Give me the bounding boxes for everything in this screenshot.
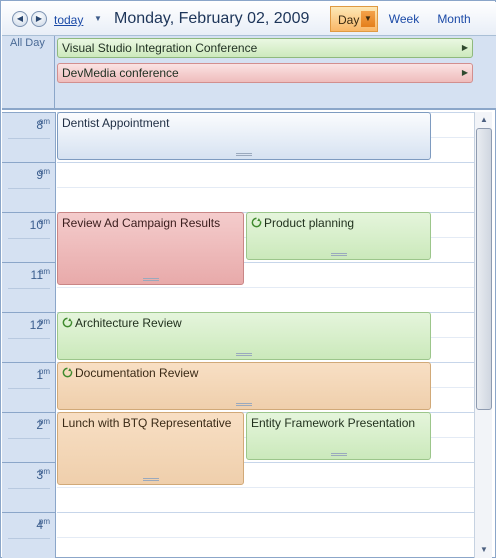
- event-title: Visual Studio Integration Conference: [62, 41, 258, 55]
- next-day-button[interactable]: ▶: [31, 11, 47, 27]
- hour-ampm: pm: [38, 317, 50, 326]
- event-title: Entity Framework Presentation: [251, 416, 416, 430]
- hour-ampm: am: [38, 267, 50, 276]
- day-view-button[interactable]: Day ▼: [330, 6, 378, 32]
- recurrence-icon: [251, 217, 262, 228]
- recurrence-icon: [62, 367, 73, 378]
- half-hour-tick: [8, 538, 50, 539]
- hour-label: 2 pm: [2, 412, 56, 462]
- event-architecture-review[interactable]: Architecture Review: [57, 312, 431, 360]
- resize-handle[interactable]: [142, 478, 159, 481]
- half-hour-line: [57, 287, 474, 288]
- hour-label: 3 pm: [2, 462, 56, 512]
- half-hour-tick: [8, 438, 50, 439]
- previous-day-button[interactable]: ◀: [12, 11, 28, 27]
- scrollbar-thumb[interactable]: [476, 128, 492, 410]
- resize-handle[interactable]: [236, 403, 252, 406]
- chevron-right-icon: ▶: [35, 14, 43, 23]
- all-day-section: All Day Visual Studio Integration Confer…: [2, 36, 496, 110]
- event-documentation-review[interactable]: Documentation Review: [57, 362, 431, 410]
- event-dentist-appointment[interactable]: Dentist Appointment: [57, 112, 431, 160]
- today-link[interactable]: today: [54, 13, 83, 27]
- hour-label: 12 pm: [2, 312, 56, 362]
- all-day-event[interactable]: DevMedia conference ▶: [57, 63, 473, 83]
- day-time-grid[interactable]: 8 am 9 am 10 am 11 am 12 pm 1 pm 2 pm 3 pm 4 pm: [2, 112, 474, 558]
- half-hour-tick: [8, 338, 50, 339]
- half-hour-tick: [8, 288, 50, 289]
- hour-label: 11 am: [2, 262, 56, 312]
- half-hour-tick: [8, 488, 50, 489]
- event-title: Architecture Review: [75, 316, 182, 330]
- hour-ampm: am: [38, 117, 50, 126]
- event-product-planning[interactable]: Product planning: [246, 212, 431, 260]
- half-hour-line: [57, 487, 474, 488]
- calendar-toolbar: ◀ ▶ today ▼ Monday, February 02, 2009 Da…: [2, 2, 496, 36]
- current-date-title: Monday, February 02, 2009: [114, 10, 310, 27]
- half-hour-tick: [8, 188, 50, 189]
- scroll-up-icon[interactable]: ▲: [476, 113, 492, 127]
- hour-ampm: am: [38, 217, 50, 226]
- resize-handle[interactable]: [236, 353, 252, 356]
- all-day-gutter: All Day: [2, 36, 55, 108]
- half-hour-tick: [8, 388, 50, 389]
- event-lunch-btq[interactable]: Lunch with BTQ Representative: [57, 412, 244, 485]
- hour-line: [57, 512, 474, 513]
- chevron-right-icon: ▶: [461, 68, 468, 77]
- resize-handle[interactable]: [142, 278, 159, 281]
- event-title: Documentation Review: [75, 366, 199, 380]
- chevron-right-icon: ▶: [461, 43, 468, 52]
- all-day-event[interactable]: Visual Studio Integration Conference ▶: [57, 38, 473, 58]
- event-title: DevMedia conference: [62, 66, 179, 80]
- event-title: Review Ad Campaign Results: [62, 216, 221, 230]
- event-review-ad-campaign[interactable]: Review Ad Campaign Results: [57, 212, 244, 285]
- time-gutter: 8 am 9 am 10 am 11 am 12 pm 1 pm 2 pm 3 pm 4 pm: [2, 112, 56, 558]
- hour-label: 8 am: [2, 112, 56, 162]
- chevron-down-icon[interactable]: ▼: [361, 11, 375, 27]
- hour-line: [57, 162, 474, 163]
- half-hour-line: [57, 187, 474, 188]
- event-entity-framework-presentation[interactable]: Entity Framework Presentation: [246, 412, 431, 460]
- hour-label: 4 pm: [2, 512, 56, 558]
- event-title: Dentist Appointment: [62, 116, 170, 130]
- resize-handle[interactable]: [330, 453, 347, 456]
- hour-label: 1 pm: [2, 362, 56, 412]
- week-view-button[interactable]: Week: [386, 6, 422, 32]
- resize-handle[interactable]: [330, 253, 347, 256]
- recurrence-icon: [62, 317, 73, 328]
- hour-ampm: am: [38, 167, 50, 176]
- hour-ampm: pm: [38, 467, 50, 476]
- event-title: Lunch with BTQ Representative: [62, 416, 232, 430]
- calendar-window: ◀ ▶ today ▼ Monday, February 02, 2009 Da…: [0, 0, 496, 558]
- event-title: Product planning: [264, 216, 355, 230]
- half-hour-line: [57, 537, 474, 538]
- month-view-button[interactable]: Month: [432, 6, 476, 32]
- chevron-left-icon: ◀: [16, 14, 24, 23]
- date-picker-dropdown-icon[interactable]: ▼: [94, 14, 102, 23]
- resize-handle[interactable]: [236, 153, 252, 156]
- time-slots[interactable]: Dentist Appointment Review Ad Campaign R…: [57, 112, 474, 558]
- half-hour-tick: [8, 138, 50, 139]
- vertical-scrollbar[interactable]: ▲ ▼: [474, 112, 492, 558]
- day-view-label: Day: [338, 13, 360, 27]
- hour-label: 9 am: [2, 162, 56, 212]
- scroll-down-icon[interactable]: ▼: [476, 543, 492, 557]
- half-hour-tick: [8, 238, 50, 239]
- hour-ampm: pm: [38, 517, 50, 526]
- hour-ampm: pm: [38, 367, 50, 376]
- hour-ampm: pm: [38, 417, 50, 426]
- all-day-label: All Day: [10, 37, 45, 49]
- hour-label: 10 am: [2, 212, 56, 262]
